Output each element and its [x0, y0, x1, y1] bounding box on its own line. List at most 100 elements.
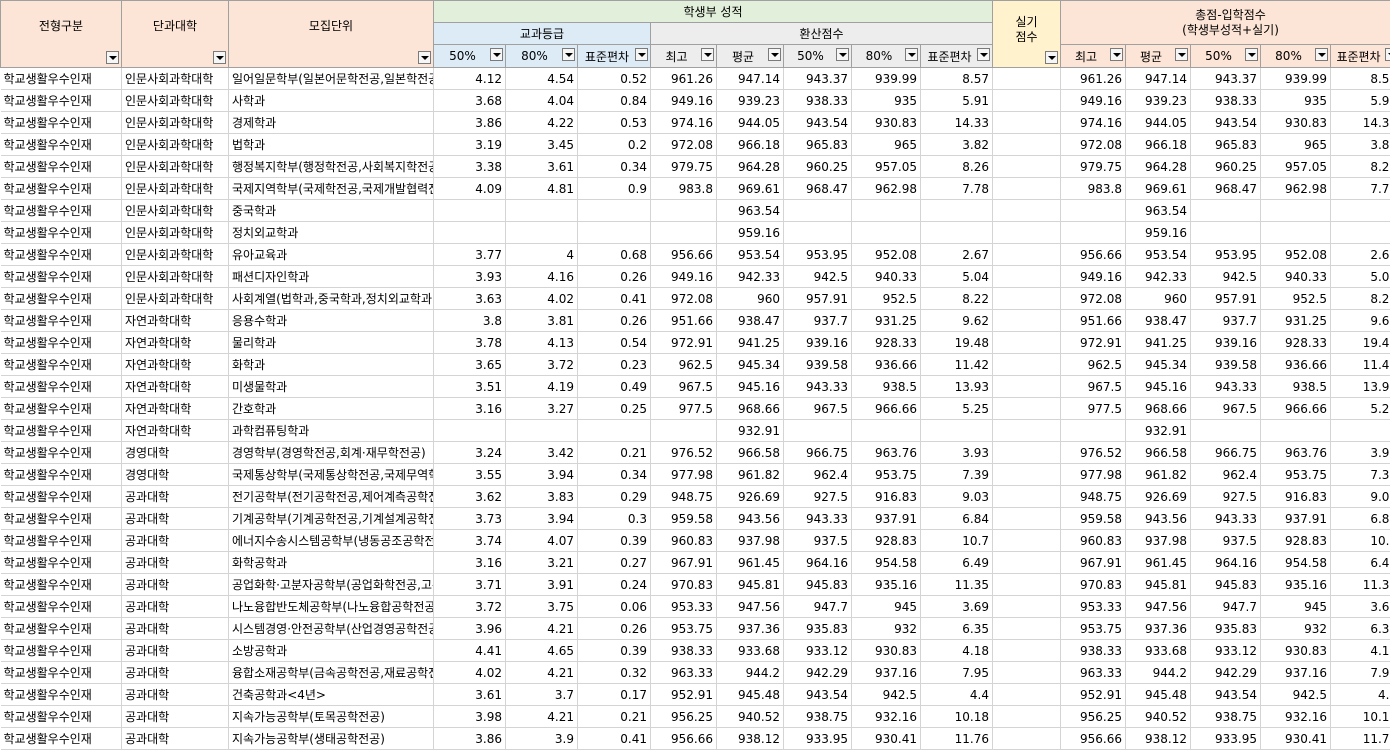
- cell-type[interactable]: 학교생활우수인재: [0, 727, 122, 750]
- cell-cmax[interactable]: 952.91: [650, 683, 717, 706]
- cell-c50[interactable]: 937.7: [783, 309, 852, 332]
- filter-dropdown-icon[interactable]: [905, 48, 918, 61]
- cell-cavg[interactable]: 932.91: [716, 419, 784, 442]
- cell-tavg[interactable]: 941.25: [1125, 331, 1192, 354]
- cell-t80[interactable]: 953.75: [1260, 463, 1332, 486]
- cell-cmax[interactable]: 977.98: [650, 463, 717, 486]
- cell-prac[interactable]: [992, 265, 1062, 288]
- cell-type[interactable]: 학교생활우수인재: [0, 463, 122, 486]
- cell-prac[interactable]: [992, 595, 1062, 618]
- cell-csd[interactable]: 7.78: [920, 177, 994, 200]
- cell-g80[interactable]: 3.75: [505, 595, 578, 618]
- cell-t50[interactable]: 964.16: [1190, 551, 1262, 574]
- cell-college[interactable]: 공과대학: [121, 485, 229, 508]
- cell-unit[interactable]: 시스템경영·안전공학부(산업경영공학전공): [228, 617, 434, 640]
- cell-unit[interactable]: 패션디자인학과: [228, 265, 434, 288]
- cell-college[interactable]: 공과대학: [121, 529, 229, 552]
- cell-gsd[interactable]: 0.21: [577, 705, 651, 728]
- cell-csd[interactable]: 19.48: [920, 331, 994, 354]
- cell-college[interactable]: 공과대학: [121, 507, 229, 530]
- cell-t80[interactable]: 965: [1260, 133, 1332, 156]
- cell-tavg[interactable]: 932.91: [1125, 419, 1192, 442]
- filter-dropdown-icon[interactable]: [106, 51, 119, 64]
- cell-type[interactable]: 학교생활우수인재: [0, 89, 122, 112]
- cell-type[interactable]: 학교생활우수인재: [0, 287, 122, 310]
- cell-tsd[interactable]: 7.95: [1330, 661, 1390, 684]
- cell-t80[interactable]: 942.5: [1260, 683, 1332, 706]
- cell-g50[interactable]: 3.68: [433, 89, 506, 112]
- cell-g50[interactable]: 3.77: [433, 243, 506, 266]
- cell-csd[interactable]: 3.69: [920, 595, 994, 618]
- cell-c50[interactable]: 942.29: [783, 661, 852, 684]
- cell-cmax[interactable]: 962.5: [650, 353, 717, 376]
- cell-c80[interactable]: 928.83: [851, 529, 921, 552]
- cell-college[interactable]: 공과대학: [121, 639, 229, 662]
- cell-g80[interactable]: 4.65: [505, 639, 578, 662]
- cell-type[interactable]: 학교생활우수인재: [0, 199, 122, 222]
- cell-prac[interactable]: [992, 199, 1062, 222]
- cell-college[interactable]: 자연과학대학: [121, 309, 229, 332]
- cell-tavg[interactable]: 947.14: [1125, 67, 1192, 90]
- cell-t80[interactable]: 931.25: [1260, 309, 1332, 332]
- cell-c80[interactable]: 957.05: [851, 155, 921, 178]
- cell-cavg[interactable]: 942.33: [716, 265, 784, 288]
- cell-tavg[interactable]: 961.45: [1125, 551, 1192, 574]
- cell-cavg[interactable]: 966.18: [716, 133, 784, 156]
- cell-prac[interactable]: [992, 463, 1062, 486]
- cell-c50[interactable]: [783, 199, 852, 222]
- cell-c80[interactable]: 953.75: [851, 463, 921, 486]
- cell-g80[interactable]: 3.83: [505, 485, 578, 508]
- cell-tmax[interactable]: 961.26: [1060, 67, 1127, 90]
- cell-c80[interactable]: 966.66: [851, 397, 921, 420]
- cell-tavg[interactable]: 969.61: [1125, 177, 1192, 200]
- cell-college[interactable]: 경영대학: [121, 463, 229, 486]
- cell-c80[interactable]: 954.58: [851, 551, 921, 574]
- cell-cmax[interactable]: 953.33: [650, 595, 717, 618]
- cell-unit[interactable]: 간호학과: [228, 397, 434, 420]
- cell-csd[interactable]: 5.91: [920, 89, 994, 112]
- cell-tavg[interactable]: 926.69: [1125, 485, 1192, 508]
- cell-c80[interactable]: 930.41: [851, 727, 921, 750]
- cell-unit[interactable]: 건축공학과<4년>: [228, 683, 434, 706]
- cell-tavg[interactable]: 959.16: [1125, 221, 1192, 244]
- cell-gsd[interactable]: 0.2: [577, 133, 651, 156]
- cell-cmax[interactable]: 974.16: [650, 111, 717, 134]
- cell-cavg[interactable]: 964.28: [716, 155, 784, 178]
- cell-gsd[interactable]: 0.52: [577, 67, 651, 90]
- cell-gsd[interactable]: 0.06: [577, 595, 651, 618]
- cell-g50[interactable]: [433, 419, 506, 442]
- cell-csd[interactable]: 10.18: [920, 705, 994, 728]
- cell-csd[interactable]: 9.03: [920, 485, 994, 508]
- cell-tmax[interactable]: 953.75: [1060, 617, 1127, 640]
- cell-t80[interactable]: 930.83: [1260, 111, 1332, 134]
- cell-tsd[interactable]: 6.49: [1330, 551, 1390, 574]
- cell-t50[interactable]: 966.75: [1190, 441, 1262, 464]
- cell-c80[interactable]: 931.25: [851, 309, 921, 332]
- cell-prac[interactable]: [992, 419, 1062, 442]
- cell-t80[interactable]: 940.33: [1260, 265, 1332, 288]
- cell-t80[interactable]: 935: [1260, 89, 1332, 112]
- cell-tmax[interactable]: 952.91: [1060, 683, 1127, 706]
- cell-cavg[interactable]: 961.45: [716, 551, 784, 574]
- cell-tmax[interactable]: 953.33: [1060, 595, 1127, 618]
- cell-unit[interactable]: 사학과: [228, 89, 434, 112]
- cell-tavg[interactable]: 939.23: [1125, 89, 1192, 112]
- cell-tmax[interactable]: 949.16: [1060, 89, 1127, 112]
- cell-college[interactable]: 인문사회과학대학: [121, 221, 229, 244]
- cell-cavg[interactable]: 943.56: [716, 507, 784, 530]
- cell-t50[interactable]: 943.33: [1190, 375, 1262, 398]
- cell-prac[interactable]: [992, 67, 1062, 90]
- cell-gsd[interactable]: [577, 419, 651, 442]
- cell-college[interactable]: 자연과학대학: [121, 331, 229, 354]
- cell-college[interactable]: 인문사회과학대학: [121, 243, 229, 266]
- cell-t80[interactable]: 952.08: [1260, 243, 1332, 266]
- cell-g50[interactable]: 4.02: [433, 661, 506, 684]
- cell-gsd[interactable]: 0.26: [577, 309, 651, 332]
- cell-college[interactable]: 공과대학: [121, 683, 229, 706]
- cell-c80[interactable]: 942.5: [851, 683, 921, 706]
- cell-tavg[interactable]: 960: [1125, 287, 1192, 310]
- cell-g80[interactable]: [505, 221, 578, 244]
- cell-tavg[interactable]: 947.56: [1125, 595, 1192, 618]
- cell-csd[interactable]: 5.04: [920, 265, 994, 288]
- cell-cavg[interactable]: 941.25: [716, 331, 784, 354]
